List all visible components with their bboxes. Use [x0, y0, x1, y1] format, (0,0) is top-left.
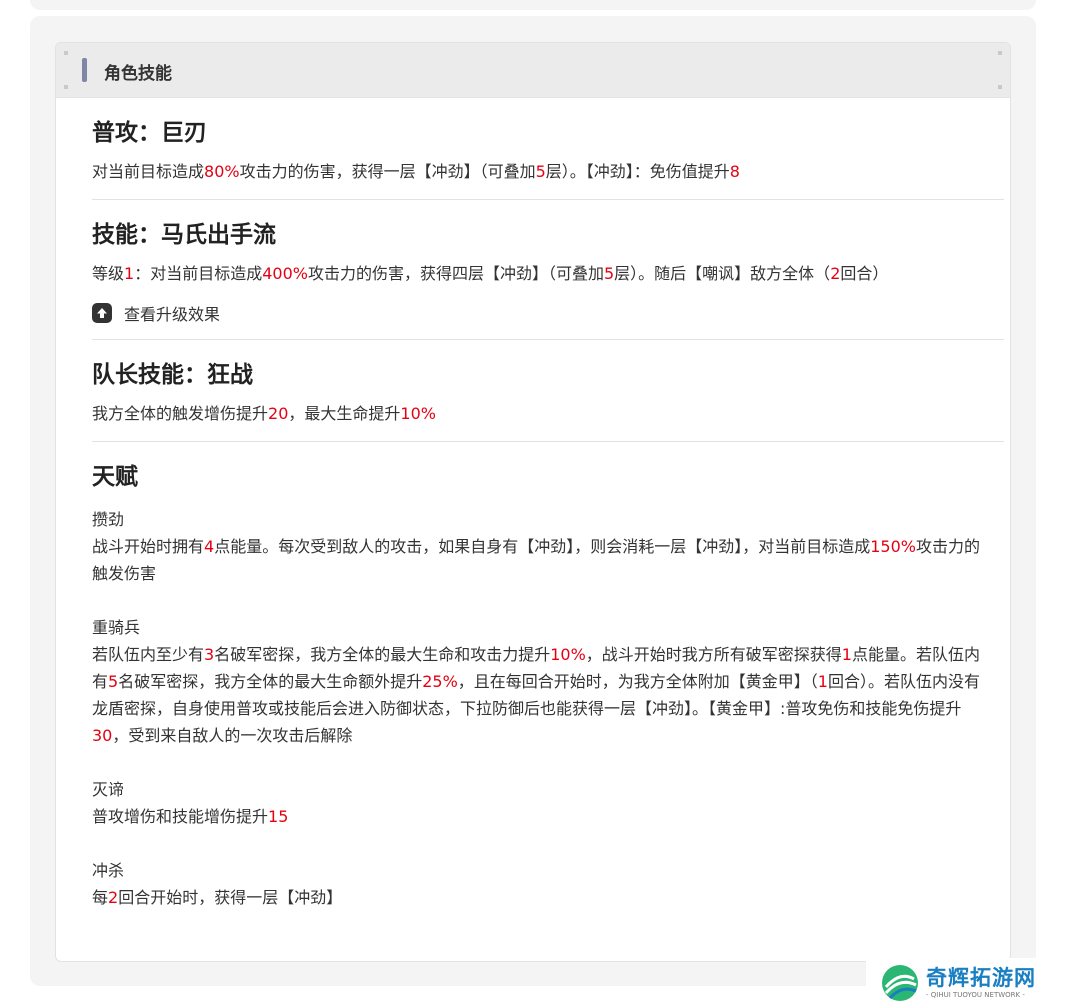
- section-normal-attack: 普攻：巨刃 对当前目标造成80%攻击力的伤害，获得一层【冲劲】（可叠加5层）。【…: [92, 98, 1004, 200]
- talent-name: 重骑兵: [92, 618, 141, 637]
- top-strip: [30, 0, 1036, 10]
- talent-name: 冲杀: [92, 861, 125, 880]
- watermark-subtitle: - QIHUI TUOYOU NETWORK -: [926, 991, 1025, 999]
- corner-dot: [64, 51, 68, 55]
- corner-dot: [998, 51, 1002, 55]
- watermark: 奇辉拓游网 - QIHUI TUOYOU NETWORK -: [866, 958, 1065, 1008]
- talent-list: 攒劲战斗开始时拥有4点能量。每次受到敌人的攻击，如果自身有【冲劲】，则会消耗一层…: [92, 506, 1004, 911]
- text-run: ：对当前目标造成: [134, 264, 263, 283]
- text-run: 层）。随后【嘲讽】敌方全体（: [614, 264, 831, 283]
- highlight-value: 10%: [400, 404, 436, 423]
- section-desc: 我方全体的触发增伤提升20，最大生命提升10%: [92, 400, 1004, 427]
- highlight-value: 30: [92, 726, 113, 745]
- view-upgrade-button[interactable]: 查看升级效果: [92, 301, 1004, 325]
- talent-item: 重骑兵若队伍内至少有3名破军密探，我方全体的最大生命和攻击力提升10%，战斗开始…: [92, 614, 1004, 749]
- header-accent-bar: [82, 58, 87, 82]
- highlight-value: 25%: [422, 672, 458, 691]
- highlight-value: 4: [204, 537, 215, 556]
- text-run: 我方全体的触发增伤提升: [92, 404, 269, 423]
- section-title: 天赋: [92, 464, 138, 490]
- corner-dot: [998, 85, 1002, 89]
- talent-desc: 战斗开始时拥有4点能量。每次受到敌人的攻击，如果自身有【冲劲】，则会消耗一层【冲…: [92, 533, 984, 587]
- highlight-value: 1: [124, 264, 135, 283]
- text-run: 层）。【冲劲】：免伤值提升: [545, 162, 730, 181]
- highlight-value: 5: [603, 264, 615, 283]
- talent-desc: 若队伍内至少有3名破军密探，我方全体的最大生命和攻击力提升10%，战斗开始时我方…: [92, 641, 984, 749]
- card-content: 普攻：巨刃 对当前目标造成80%攻击力的伤害，获得一层【冲劲】（可叠加5层）。【…: [56, 98, 1010, 925]
- section-desc: 对当前目标造成80%攻击力的伤害，获得一层【冲劲】（可叠加5层）。【冲劲】：免伤…: [92, 158, 1004, 185]
- section-skill: 技能：马氏出手流 等级1：对当前目标造成400%攻击力的伤害，获得四层【冲劲】（…: [92, 200, 1004, 340]
- highlight-value: 5: [108, 672, 119, 691]
- card-header: 角色技能: [56, 43, 1010, 98]
- talent-desc: 普攻增伤和技能增伤提升15: [92, 803, 984, 830]
- highlight-value: 2: [108, 888, 119, 907]
- highlight-value: 8: [729, 162, 740, 181]
- text-run: 攻击力的伤害，获得四层【冲劲】（可叠加: [307, 264, 604, 283]
- text-run: 普攻增伤和技能增伤提升: [92, 807, 269, 826]
- text-run: ，且在每回合开始时，为我方全体附加【黄金甲】（: [457, 672, 818, 691]
- highlight-value: 1: [841, 645, 852, 664]
- corner-dot: [64, 85, 68, 89]
- arrow-up-icon: [92, 303, 112, 323]
- highlight-value: 400%: [262, 264, 308, 283]
- highlight-value: 5: [535, 162, 546, 181]
- highlight-value: 3: [204, 645, 215, 664]
- skills-card: 角色技能 普攻：巨刃 对当前目标造成80%攻击力的伤害，获得一层【冲劲】（可叠加…: [55, 42, 1011, 962]
- text-run: 若队伍内至少有: [92, 645, 205, 664]
- section-leader-skill: 队长技能：狂战 我方全体的触发增伤提升20，最大生命提升10%: [92, 340, 1004, 442]
- text-run: ，最大生命提升: [288, 404, 401, 423]
- text-run: 战斗开始时拥有: [92, 537, 205, 556]
- section-title: 技能：马氏出手流: [92, 222, 276, 248]
- section-title: 队长技能：狂战: [92, 362, 253, 388]
- site-logo-icon: [882, 965, 918, 1001]
- highlight-value: 80%: [204, 162, 240, 181]
- section-desc: 等级1：对当前目标造成400%攻击力的伤害，获得四层【冲劲】（可叠加5层）。随后…: [92, 260, 1004, 287]
- talent-name: 灭谛: [92, 780, 125, 799]
- highlight-value: 150%: [870, 537, 916, 556]
- text-run: 每: [92, 888, 109, 907]
- text-run: 等级: [92, 264, 125, 283]
- text-run: ，战斗开始时我方所有破军密探获得: [585, 645, 842, 664]
- text-run: 回合开始时，获得一层【冲劲】: [118, 888, 343, 907]
- text-run: 名破军密探，我方全体的最大生命额外提升: [118, 672, 423, 691]
- upgrade-label: 查看升级效果: [124, 305, 221, 324]
- talent-item: 灭谛普攻增伤和技能增伤提升15: [92, 776, 1004, 830]
- highlight-value: 15: [268, 807, 289, 826]
- highlight-value: 2: [830, 264, 841, 283]
- talent-item: 攒劲战斗开始时拥有4点能量。每次受到敌人的攻击，如果自身有【冲劲】，则会消耗一层…: [92, 506, 1004, 587]
- talent-name: 攒劲: [92, 510, 125, 529]
- text-run: 对当前目标造成: [92, 162, 205, 181]
- watermark-name: 奇辉拓游网: [926, 966, 1036, 990]
- text-run: ，受到来自敌人的一次攻击后解除: [112, 726, 353, 745]
- talent-item: 冲杀每2回合开始时，获得一层【冲劲】: [92, 857, 1004, 911]
- text-run: 名破军密探，我方全体的最大生命和攻击力提升: [214, 645, 551, 664]
- highlight-value: 20: [268, 404, 289, 423]
- text-run: 回合）: [840, 264, 889, 283]
- card-title: 角色技能: [104, 64, 172, 84]
- highlight-value: 1: [817, 672, 828, 691]
- talent-desc: 每2回合开始时，获得一层【冲劲】: [92, 884, 984, 911]
- section-talent: 天赋 攒劲战斗开始时拥有4点能量。每次受到敌人的攻击，如果自身有【冲劲】，则会消…: [92, 442, 1004, 925]
- content-wrapper: 角色技能 普攻：巨刃 对当前目标造成80%攻击力的伤害，获得一层【冲劲】（可叠加…: [30, 16, 1036, 986]
- text-run: 攻击力的伤害，获得一层【冲劲】（可叠加: [239, 162, 536, 181]
- text-run: 点能量。每次受到敌人的攻击，如果自身有【冲劲】，则会消耗一层【冲劲】，对当前目标…: [214, 537, 871, 556]
- section-title: 普攻：巨刃: [92, 120, 207, 146]
- highlight-value: 10%: [550, 645, 586, 664]
